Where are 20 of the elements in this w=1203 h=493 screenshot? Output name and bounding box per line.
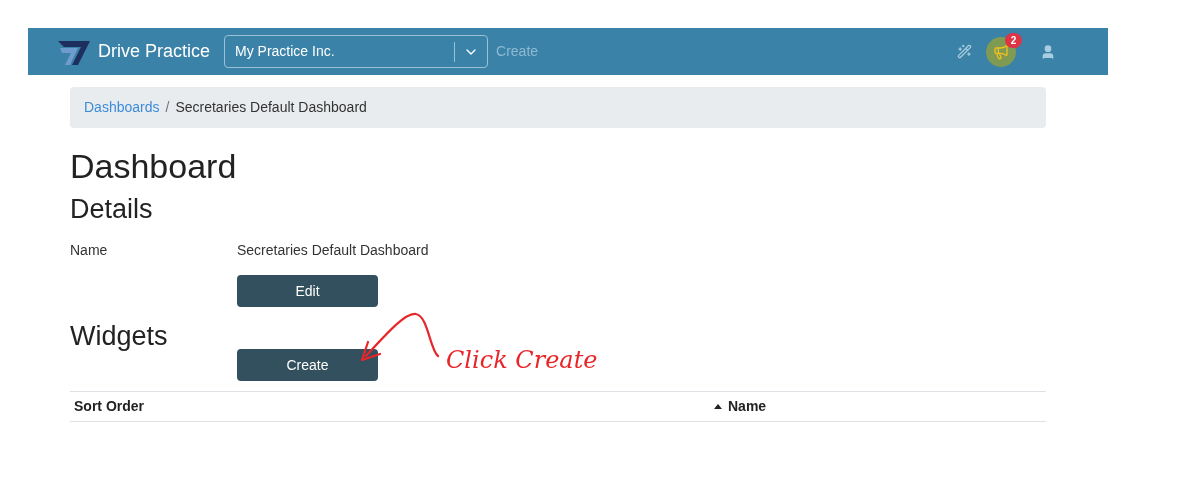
annotation-text: Click Create — [446, 345, 598, 376]
brand-name[interactable]: Drive Practice — [98, 38, 211, 65]
page-title: Dashboard — [70, 146, 238, 187]
field-value: Secretaries Default Dashboard — [237, 241, 429, 260]
column-header[interactable]: Name — [714, 396, 767, 417]
megaphone-icon[interactable] — [993, 43, 1009, 60]
field-label: Name — [70, 241, 109, 260]
edit-button[interactable]: Edit — [237, 275, 378, 307]
section-heading: Widgets — [70, 320, 169, 353]
section-heading: Details — [70, 193, 154, 226]
magic-wand-icon[interactable] — [957, 44, 972, 59]
column-header[interactable]: Sort Order — [70, 396, 714, 417]
notifications-button[interactable] — [986, 36, 1016, 67]
breadcrumb-separator: / — [165, 98, 170, 117]
create-button[interactable]: Create — [237, 349, 378, 381]
notification-badge: 2 — [1005, 32, 1022, 48]
sort-ascending-icon — [714, 404, 722, 409]
breadcrumb-current: Secretaries Default Dashboard — [175, 98, 367, 117]
organization-select[interactable]: My Practice Inc. — [224, 35, 489, 68]
user-icon[interactable] — [1040, 43, 1056, 60]
